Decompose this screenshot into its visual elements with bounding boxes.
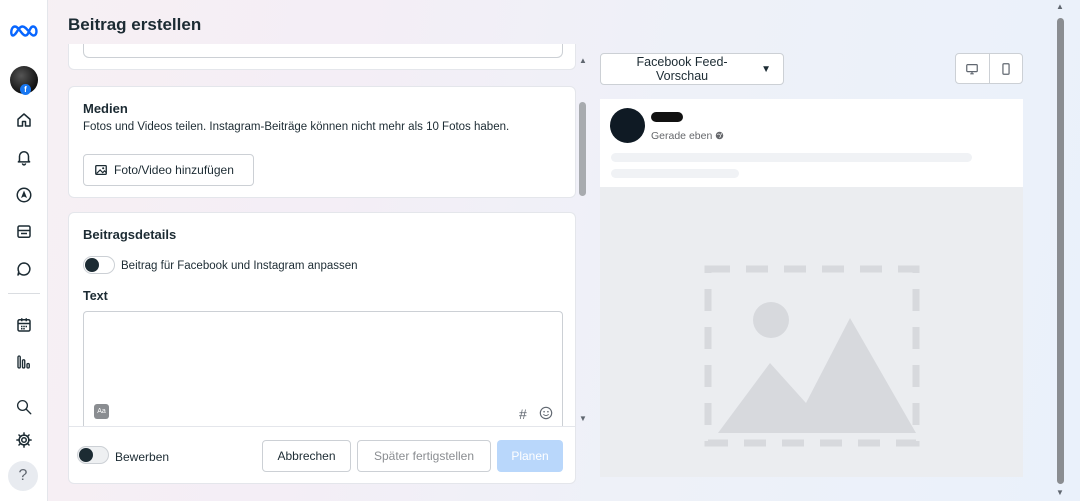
window-scrollbar[interactable]: ▲ ▼	[1054, 0, 1068, 501]
scroll-down-arrow-icon[interactable]: ▼	[579, 414, 587, 423]
chat-bubble-icon[interactable]	[13, 258, 35, 280]
mobile-icon	[1002, 62, 1010, 75]
text-skeleton-line-2	[611, 169, 739, 178]
media-section: Medien Fotos und Videos teilen. Instagra…	[68, 86, 576, 198]
window-scroll-up-icon[interactable]: ▲	[1056, 2, 1064, 11]
mobile-preview-button[interactable]	[988, 54, 1023, 83]
window-scroll-down-icon[interactable]: ▼	[1056, 488, 1064, 497]
text-format-icon[interactable]: Aa	[94, 404, 109, 419]
toggle-knob	[85, 258, 99, 272]
preview-type-label: Facebook Feed-Vorschau	[636, 55, 728, 83]
emoji-icon[interactable]	[539, 406, 553, 425]
toggle-knob	[79, 448, 93, 462]
bar-chart-icon[interactable]	[13, 351, 35, 373]
boost-label: Bewerben	[115, 450, 170, 464]
rail-divider	[8, 293, 40, 294]
cancel-button[interactable]: Abbrechen	[262, 440, 351, 472]
post-form: Medien Fotos und Videos teilen. Instagra…	[68, 44, 576, 484]
gear-icon[interactable]	[13, 429, 35, 451]
feed-preview-card: Gerade eben	[600, 99, 1023, 477]
content-library-icon[interactable]	[13, 221, 35, 243]
schedule-button[interactable]: Planen	[497, 440, 563, 472]
form-scrollbar-thumb[interactable]	[579, 102, 586, 196]
help-icon[interactable]: ?	[8, 461, 38, 491]
desktop-icon	[966, 63, 979, 74]
previous-section-card	[68, 44, 576, 70]
image-placeholder-icon	[704, 265, 920, 447]
form-footer: Bewerben Abbrechen Später fertigstellen …	[68, 426, 576, 484]
search-icon[interactable]	[13, 396, 35, 418]
facebook-badge-icon: f	[20, 84, 31, 95]
form-scrollbar[interactable]: ▲ ▼	[576, 54, 590, 426]
customize-per-platform-toggle[interactable]	[83, 256, 115, 274]
add-photo-video-label: Foto/Video hinzufügen	[114, 163, 234, 177]
device-preview-toggle	[955, 53, 1023, 84]
meta-logo-icon[interactable]	[9, 20, 39, 42]
photo-icon	[95, 164, 107, 176]
compass-icon[interactable]	[13, 184, 35, 206]
hashtag-icon[interactable]: #	[519, 406, 527, 422]
globe-icon	[715, 131, 724, 140]
page-name-redacted	[651, 112, 683, 122]
post-details-heading: Beitragsdetails	[83, 227, 177, 242]
left-navigation-rail: f ?	[0, 0, 48, 501]
page-title: Beitrag erstellen	[68, 15, 202, 34]
media-heading: Medien	[83, 101, 128, 116]
media-description: Fotos und Videos teilen. Instagram-Beitr…	[83, 121, 510, 133]
scroll-up-arrow-icon[interactable]: ▲	[579, 56, 587, 65]
preview-type-dropdown[interactable]: Facebook Feed-Vorschau ▼	[600, 53, 784, 85]
page-avatar	[610, 108, 645, 143]
bell-icon[interactable]	[13, 146, 35, 168]
calendar-icon[interactable]	[13, 314, 35, 336]
desktop-preview-button[interactable]	[956, 54, 989, 83]
text-label: Text	[83, 289, 108, 303]
window-scrollbar-thumb[interactable]	[1057, 18, 1064, 484]
input-field-partial[interactable]	[83, 44, 563, 58]
account-avatar[interactable]: f	[10, 66, 38, 95]
add-photo-video-button[interactable]: Foto/Video hinzufügen	[83, 154, 254, 186]
home-icon[interactable]	[13, 109, 35, 131]
media-placeholder	[600, 187, 1023, 477]
caret-down-icon: ▼	[761, 63, 771, 75]
text-skeleton-line-1	[611, 153, 972, 162]
customize-toggle-label: Beitrag für Facebook und Instagram anpas…	[121, 260, 358, 272]
boost-toggle[interactable]	[77, 446, 109, 464]
post-timestamp: Gerade eben	[651, 130, 724, 142]
finish-later-button[interactable]: Später fertigstellen	[357, 440, 491, 472]
